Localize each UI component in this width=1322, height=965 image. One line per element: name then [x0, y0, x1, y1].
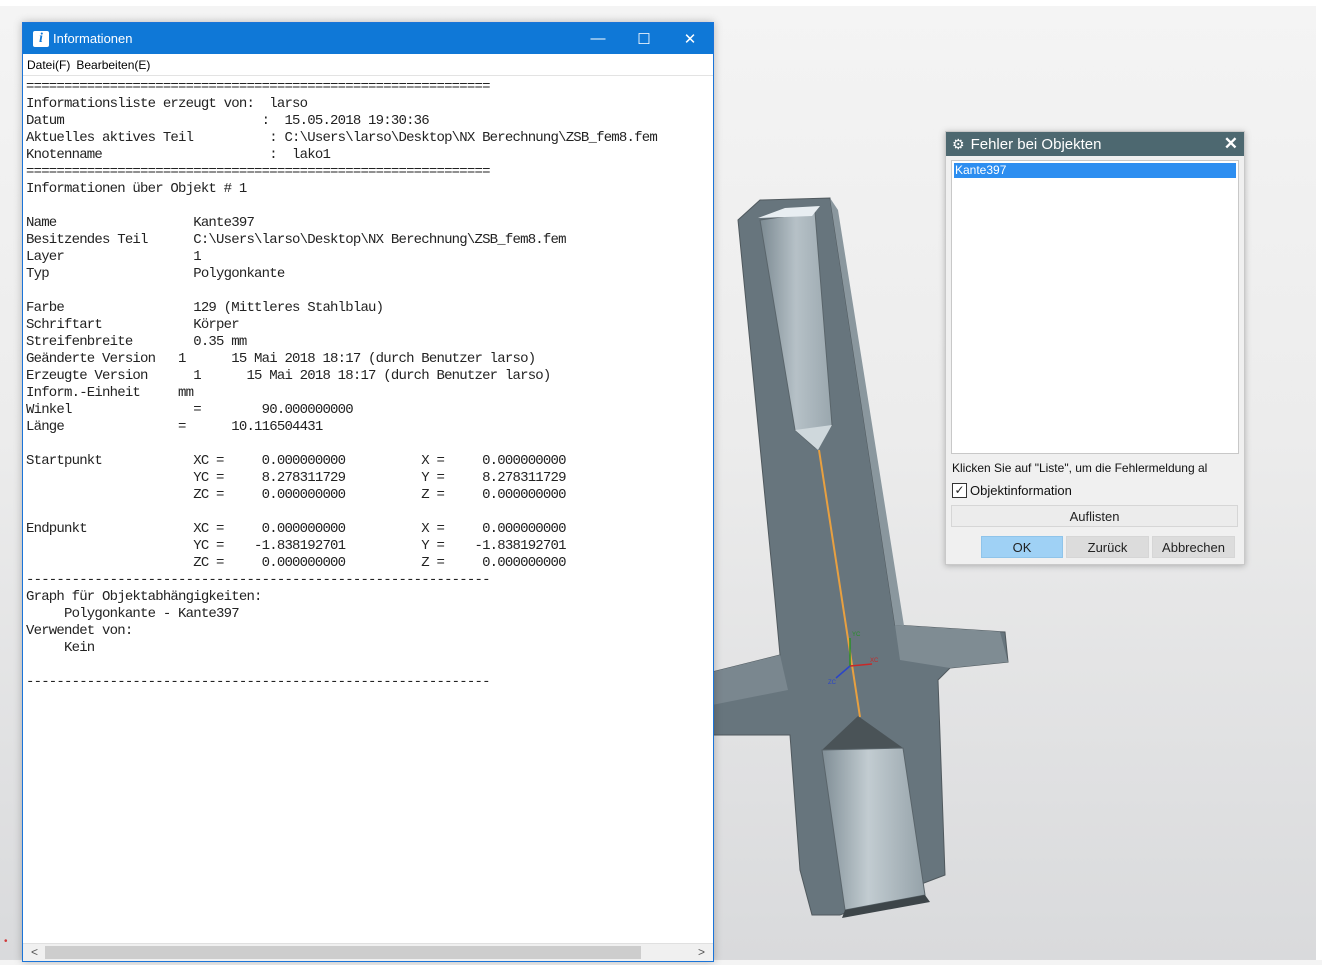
- back-button[interactable]: Zurück: [1066, 536, 1149, 558]
- triad-yc-label: YC: [852, 632, 861, 638]
- info-text: ========================================…: [26, 79, 658, 690]
- right-border: [1316, 0, 1322, 960]
- info-text-area[interactable]: ========================================…: [25, 79, 711, 943]
- info-icon: i: [33, 30, 49, 47]
- gear-icon: ⚙: [952, 135, 965, 152]
- error-message: Klicken Sie auf "Liste", um die Fehlerme…: [952, 461, 1208, 475]
- info-window[interactable]: i Informationen — ☐ ✕ Datei(F) Bearbeite…: [22, 22, 714, 962]
- error-dialog-titlebar[interactable]: ⚙ Fehler bei Objekten ✕: [946, 132, 1244, 156]
- maximize-button[interactable]: ☐: [621, 23, 667, 54]
- close-button[interactable]: ✕: [667, 23, 713, 54]
- error-object-list[interactable]: Kante397: [951, 160, 1239, 454]
- info-window-title: Informationen: [53, 31, 133, 46]
- menu-datei[interactable]: Datei(F): [27, 58, 70, 72]
- scroll-left-icon[interactable]: <: [31, 944, 38, 961]
- menu-bearbeiten[interactable]: Bearbeiten(E): [76, 58, 150, 72]
- list-item[interactable]: Kante397: [954, 163, 1236, 178]
- list-button[interactable]: Auflisten: [951, 505, 1238, 527]
- top-border: [0, 0, 1322, 6]
- info-titlebar[interactable]: i Informationen — ☐ ✕: [23, 23, 713, 54]
- error-dialog-title: Fehler bei Objekten: [970, 135, 1102, 153]
- object-info-checkbox[interactable]: ✓: [952, 483, 967, 498]
- close-icon[interactable]: ✕: [1224, 134, 1238, 154]
- object-info-checkbox-row[interactable]: ✓ Objektinformation: [952, 483, 1072, 498]
- triad-xc-label: XC: [870, 658, 879, 664]
- object-info-label: Objektinformation: [970, 483, 1072, 498]
- ok-button[interactable]: OK: [981, 536, 1063, 558]
- error-dialog[interactable]: ⚙ Fehler bei Objekten ✕ Kante397 Klicken…: [945, 131, 1245, 565]
- menubar: Datei(F) Bearbeiten(E): [23, 54, 713, 76]
- horizontal-scrollbar[interactable]: < >: [23, 943, 713, 961]
- scroll-thumb[interactable]: [45, 946, 641, 959]
- triad-zc-label: ZC: [828, 680, 837, 686]
- right-arm-face: [895, 625, 1008, 668]
- cancel-button[interactable]: Abbrechen: [1152, 536, 1235, 558]
- scroll-right-icon[interactable]: >: [698, 944, 705, 961]
- minimize-button[interactable]: —: [575, 23, 621, 54]
- marker-icon: •: [4, 936, 8, 947]
